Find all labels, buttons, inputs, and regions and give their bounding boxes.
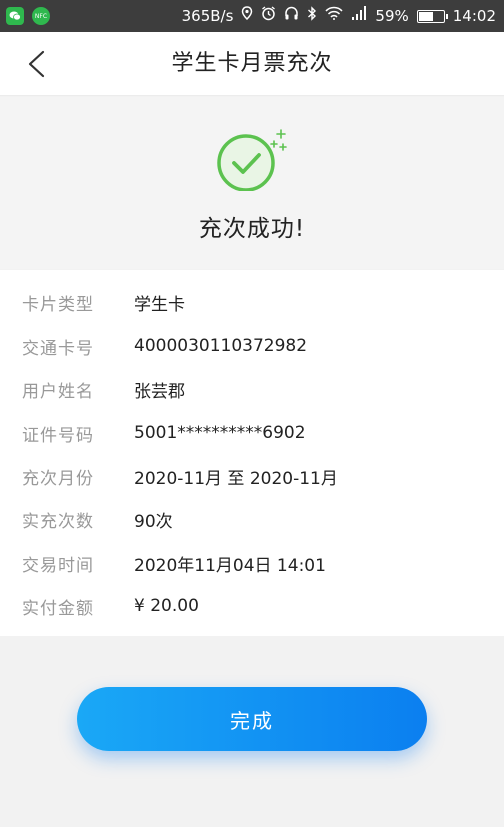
detail-row: 交易时间 2020年11月04日 14:01 <box>22 550 326 576</box>
detail-value: ¥ 20.00 <box>134 596 199 616</box>
status-bar: NFC 365B/s 59% 14:02 <box>0 0 504 32</box>
page-title: 学生卡月票充次 <box>171 51 333 76</box>
detail-row: 用户姓名 张芸郡 <box>22 376 185 402</box>
success-check-icon <box>217 129 287 191</box>
headphones-icon <box>284 6 299 26</box>
detail-row: 证件号码 5001**********6902 <box>22 420 306 446</box>
nfc-icon: NFC <box>32 7 50 25</box>
battery-percent: 59% <box>375 7 409 25</box>
detail-label: 实付金额 <box>22 598 94 619</box>
wifi-icon <box>325 6 343 26</box>
location-icon <box>241 6 253 26</box>
detail-label: 交易时间 <box>22 555 94 576</box>
detail-value: 张芸郡 <box>134 381 185 402</box>
detail-value: 5001**********6902 <box>134 423 306 443</box>
detail-value: 2020年11月04日 14:01 <box>134 555 326 576</box>
detail-row: 交通卡号 4000030110372982 <box>22 333 307 359</box>
detail-value: 2020-11月 至 2020-11月 <box>134 468 338 489</box>
detail-value: 4000030110372982 <box>134 336 308 356</box>
battery-fill <box>418 11 433 21</box>
detail-row: 充次月份 2020-11月 至 2020-11月 <box>22 463 338 489</box>
detail-value: 90次 <box>134 511 173 532</box>
notification-icons: NFC <box>6 7 50 25</box>
detail-label: 证件号码 <box>22 425 94 446</box>
detail-row: 卡片类型 学生卡 <box>22 289 185 315</box>
network-speed: 365B/s <box>181 7 234 25</box>
detail-label: 用户姓名 <box>22 381 94 402</box>
detail-label: 实充次数 <box>22 511 94 532</box>
success-message: 充次成功! <box>198 216 306 242</box>
nav-bar: 学生卡月票充次 <box>0 32 504 96</box>
detail-label: 交通卡号 <box>22 338 94 359</box>
detail-label: 卡片类型 <box>22 294 94 315</box>
detail-row: 实付金额 ¥ 20.00 <box>22 593 199 619</box>
detail-label: 充次月份 <box>22 468 94 489</box>
done-button[interactable]: 完成 <box>77 687 427 751</box>
detail-row: 实充次数 90次 <box>22 506 173 532</box>
battery-icon <box>416 9 448 23</box>
alarm-icon <box>261 5 276 27</box>
wechat-icon <box>6 7 24 25</box>
system-status: 365B/s 59% 14:02 <box>181 5 496 27</box>
signal-icon <box>351 6 367 26</box>
result-banner: 充次成功! <box>0 97 504 269</box>
bluetooth-icon <box>307 5 317 27</box>
recharge-details: 卡片类型 学生卡 交通卡号 4000030110372982 用户姓名 张芸郡 … <box>0 270 504 636</box>
clock: 14:02 <box>452 7 496 25</box>
detail-value: 学生卡 <box>134 294 185 315</box>
